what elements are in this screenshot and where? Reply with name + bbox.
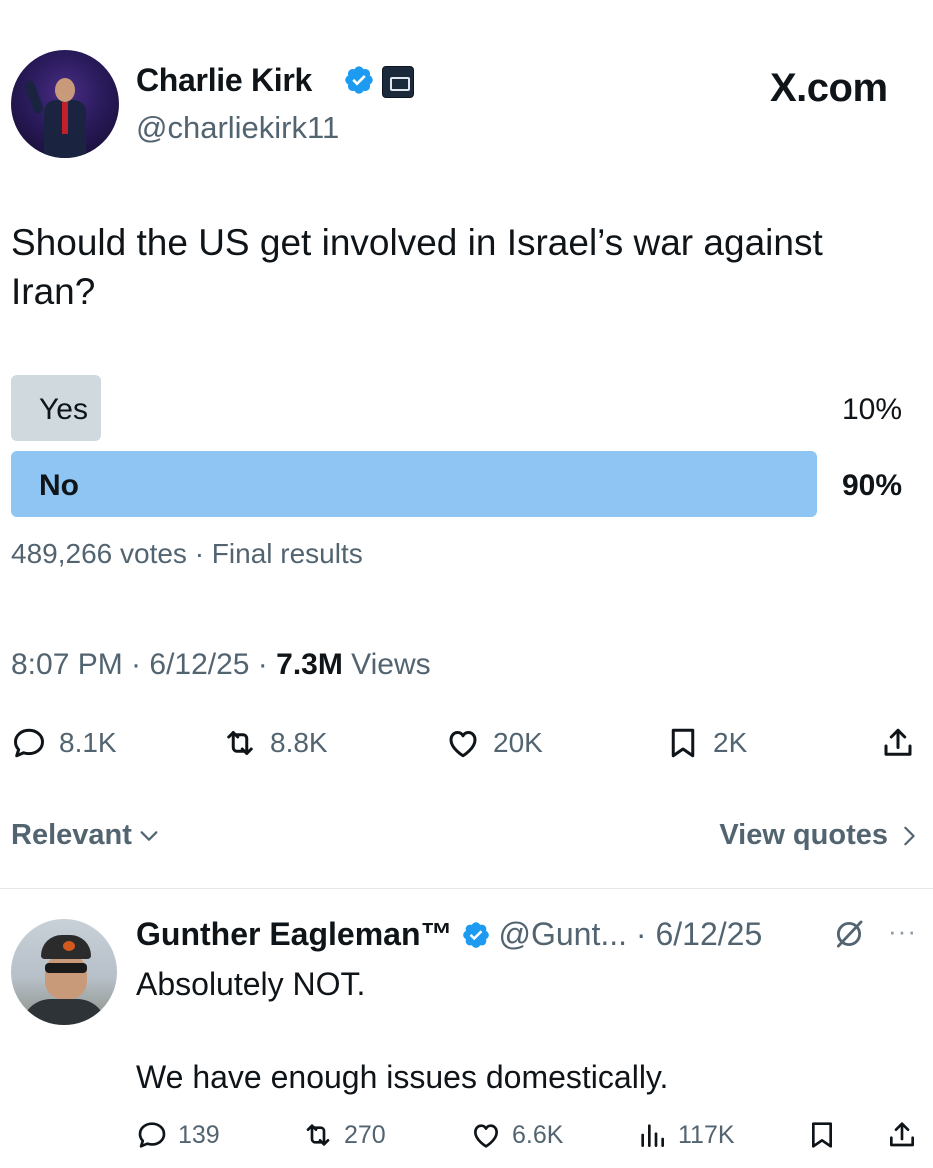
- poll-option-no: No 90%: [11, 451, 906, 517]
- reply-reply-count: 139: [178, 1120, 220, 1149]
- poll-votes-status: 489,266 votes · Final results: [11, 538, 363, 569]
- reply-like-button[interactable]: 6.6K: [470, 1117, 563, 1153]
- reply-like-count: 6.6K: [512, 1120, 564, 1149]
- reply-header: Gunther Eagleman™ @Gunt... · 6/12/25: [136, 916, 762, 953]
- bookmark-icon: [671, 728, 695, 758]
- reply-views-button[interactable]: 117K: [636, 1117, 735, 1153]
- reply-share-button[interactable]: [886, 1117, 918, 1153]
- bookmark-count: 2K: [713, 727, 748, 758]
- poll-bar-no: [11, 451, 817, 517]
- share-icon: [890, 1122, 914, 1147]
- views-label: Views: [342, 648, 431, 681]
- tweet-timestamp-views: 8:07 PM · 6/12/25 · 7.3M Views: [11, 648, 431, 682]
- section-divider: [0, 888, 933, 889]
- author-avatar[interactable]: [11, 50, 119, 158]
- like-icon: [449, 731, 477, 758]
- repost-count: 8.8K: [270, 727, 328, 758]
- reply-text-line: We have enough issues domestically.: [136, 1059, 669, 1095]
- grok-icon[interactable]: [832, 917, 866, 951]
- chevron-down-icon: [140, 830, 158, 841]
- reply-views-count: 117K: [678, 1120, 735, 1149]
- poll-option-yes: Yes 10%: [11, 375, 906, 441]
- reply-button[interactable]: 8.1K: [11, 723, 117, 763]
- reply-sort-label: Relevant: [11, 819, 132, 851]
- reply-reply-button[interactable]: 139: [136, 1117, 220, 1153]
- affiliate-badge-icon[interactable]: [382, 66, 414, 98]
- reply-author-avatar[interactable]: [11, 919, 117, 1025]
- reply-icon: [14, 728, 44, 758]
- reply-sort-dropdown[interactable]: Relevant: [11, 819, 160, 852]
- site-watermark: X.com: [770, 66, 888, 110]
- view-quotes-link[interactable]: View quotes: [719, 819, 920, 852]
- repost-icon: [227, 731, 253, 755]
- author-name[interactable]: Charlie Kirk: [136, 62, 312, 99]
- tweet-time[interactable]: 8:07 PM · 6/12/25 ·: [11, 648, 276, 681]
- repost-icon: [306, 1124, 330, 1146]
- reply-text-line: Absolutely NOT.: [136, 966, 366, 1002]
- reply-count: 8.1K: [59, 727, 117, 758]
- share-button[interactable]: [880, 723, 916, 763]
- reply-bookmark-button[interactable]: [806, 1117, 838, 1153]
- chevron-right-icon: [904, 826, 915, 845]
- reply-icon: [138, 1122, 166, 1148]
- repost-button[interactable]: 8.8K: [222, 723, 328, 763]
- views-icon: [641, 1124, 664, 1147]
- reply-repost-button[interactable]: 270: [302, 1117, 386, 1153]
- reply-repost-count: 270: [344, 1120, 386, 1149]
- reply-handle-date[interactable]: @Gunt... · 6/12/25: [499, 916, 763, 953]
- tweet-text: Should the US get involved in Israel’s w…: [11, 222, 823, 312]
- share-icon: [884, 728, 912, 756]
- poll-option-label: No: [39, 469, 79, 502]
- bookmark-button[interactable]: 2K: [665, 723, 747, 763]
- verified-badge-icon: [345, 66, 373, 94]
- like-button[interactable]: 20K: [445, 723, 543, 763]
- reply-author-name[interactable]: Gunther Eagleman™: [136, 916, 453, 953]
- poll-option-label: Yes: [39, 393, 88, 426]
- verified-badge-icon: [462, 921, 489, 948]
- poll-option-percent: 10%: [841, 393, 902, 426]
- poll-option-percent: 90%: [841, 469, 902, 502]
- like-icon: [474, 1124, 498, 1148]
- bookmark-icon: [812, 1122, 832, 1148]
- views-count: 7.3M: [276, 648, 343, 681]
- view-quotes-label: View quotes: [719, 819, 888, 851]
- author-handle[interactable]: @charliekirk11: [136, 110, 339, 146]
- like-count: 20K: [493, 727, 543, 758]
- more-options-button[interactable]: ···: [888, 916, 917, 947]
